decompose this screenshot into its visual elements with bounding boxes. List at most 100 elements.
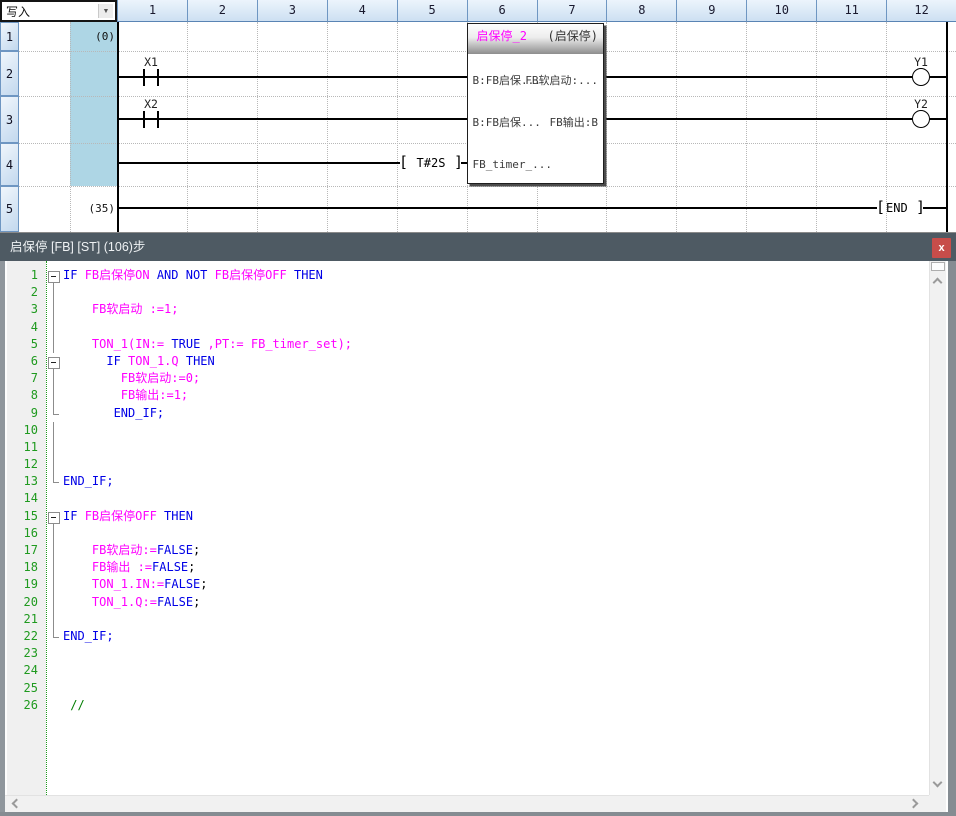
code-text[interactable]: TON_1(IN:= TRUE ,PT:= FB_timer_set); bbox=[60, 336, 352, 353]
contact-x2[interactable] bbox=[157, 111, 159, 128]
code-text[interactable] bbox=[60, 439, 63, 456]
fold-toggle-icon[interactable] bbox=[42, 267, 60, 284]
close-button[interactable]: x bbox=[932, 238, 951, 258]
code-line[interactable]: 24 bbox=[7, 662, 939, 679]
vertical-scrollbar[interactable] bbox=[929, 261, 946, 795]
code-line[interactable]: 15IF FB启保停OFF THEN bbox=[7, 508, 939, 525]
code-line[interactable]: 16 bbox=[7, 525, 939, 542]
left-bracket: [ bbox=[876, 200, 885, 215]
fold-guide bbox=[42, 456, 60, 473]
fold-guide bbox=[42, 319, 60, 336]
grid-line bbox=[397, 22, 398, 232]
code-text[interactable] bbox=[60, 525, 63, 542]
scroll-up-icon[interactable] bbox=[933, 278, 943, 288]
mode-selector-value: 写入 bbox=[6, 3, 30, 20]
wire bbox=[930, 76, 946, 78]
code-line[interactable]: 10 bbox=[7, 422, 939, 439]
splitter-handle[interactable] bbox=[931, 262, 945, 271]
grid-line bbox=[606, 22, 607, 232]
code-text[interactable]: IF FB启保停OFF THEN bbox=[60, 508, 193, 525]
code-text[interactable]: FB软启动:=0; bbox=[60, 370, 200, 387]
code-text[interactable]: END_IF; bbox=[60, 405, 164, 422]
code-text[interactable]: // bbox=[60, 697, 85, 714]
code-text[interactable] bbox=[60, 422, 63, 439]
code-text[interactable]: TON_1.Q:=FALSE; bbox=[60, 594, 200, 611]
scroll-right-icon[interactable] bbox=[909, 799, 919, 809]
coil-y1[interactable] bbox=[912, 68, 930, 86]
fold-toggle-icon[interactable] bbox=[42, 508, 60, 525]
right-power-rail bbox=[946, 22, 948, 232]
fold-guide bbox=[42, 490, 60, 507]
st-window-titlebar[interactable]: 启保停 [FB] [ST] (106)步 x bbox=[0, 232, 956, 261]
line-number: 5 bbox=[7, 336, 42, 353]
code-line[interactable]: 25 bbox=[7, 680, 939, 697]
ladder-grid[interactable]: 1 2 3 4 5 (0) (35) X1 bbox=[0, 22, 956, 232]
code-text-area[interactable]: 1IF FB启保停ON AND NOT FB启保停OFF THEN23 FB软启… bbox=[7, 267, 939, 714]
function-block[interactable]: 启保停_2 (启保停) B:FB启保... B:FB启保... FB_timer… bbox=[467, 23, 605, 184]
code-text[interactable] bbox=[60, 645, 63, 662]
st-code-editor[interactable]: 1IF FB启保停ON AND NOT FB启保停OFF THEN23 FB软启… bbox=[0, 261, 956, 816]
code-line[interactable]: 4 bbox=[7, 319, 939, 336]
code-text[interactable]: FB输出 :=FALSE; bbox=[60, 559, 195, 576]
code-line[interactable]: 18 FB输出 :=FALSE; bbox=[7, 559, 939, 576]
code-line[interactable]: 1IF FB启保停ON AND NOT FB启保停OFF THEN bbox=[7, 267, 939, 284]
code-line[interactable]: 5 TON_1(IN:= TRUE ,PT:= FB_timer_set); bbox=[7, 336, 939, 353]
end-instruction[interactable]: [ END ] bbox=[876, 198, 925, 217]
code-text[interactable]: END_IF; bbox=[60, 473, 114, 490]
code-line[interactable]: 13END_IF; bbox=[7, 473, 939, 490]
code-text[interactable]: IF FB启保停ON AND NOT FB启保停OFF THEN bbox=[60, 267, 323, 284]
contact-x1[interactable] bbox=[143, 69, 145, 86]
code-line[interactable]: 7 FB软启动:=0; bbox=[7, 370, 939, 387]
code-line[interactable]: 20 TON_1.Q:=FALSE; bbox=[7, 594, 939, 611]
window-bottom-border bbox=[0, 812, 956, 816]
horizontal-scrollbar[interactable] bbox=[5, 795, 929, 812]
code-text[interactable] bbox=[60, 456, 63, 473]
gx-works-window: 写入 ▼ 1 2 3 4 5 6 7 8 9 10 11 12 1 2 3 4 … bbox=[0, 0, 956, 816]
code-text[interactable] bbox=[60, 319, 63, 336]
code-text[interactable] bbox=[60, 284, 63, 301]
code-text[interactable] bbox=[60, 611, 63, 628]
code-line[interactable]: 2 bbox=[7, 284, 939, 301]
code-line[interactable]: 8 FB输出:=1; bbox=[7, 387, 939, 404]
code-line[interactable]: 19 TON_1.IN:=FALSE; bbox=[7, 576, 939, 593]
chevron-down-icon[interactable]: ▼ bbox=[98, 4, 113, 18]
code-line[interactable]: 23 bbox=[7, 645, 939, 662]
code-line[interactable]: 3 FB软启动 :=1; bbox=[7, 301, 939, 318]
code-line[interactable]: 21 bbox=[7, 611, 939, 628]
code-line[interactable]: 9 END_IF; bbox=[7, 405, 939, 422]
fold-toggle-icon[interactable] bbox=[42, 353, 60, 370]
contact-x1[interactable] bbox=[157, 69, 159, 86]
code-text[interactable] bbox=[60, 490, 63, 507]
wire bbox=[930, 118, 946, 120]
column-header-3: 3 bbox=[257, 0, 327, 22]
code-text[interactable]: END_IF; bbox=[60, 628, 114, 645]
line-number: 16 bbox=[7, 525, 42, 542]
column-header-11: 11 bbox=[816, 0, 886, 22]
code-line[interactable]: 11 bbox=[7, 439, 939, 456]
ladder-editor-pane[interactable]: 写入 ▼ 1 2 3 4 5 6 7 8 9 10 11 12 1 2 3 4 … bbox=[0, 0, 956, 232]
contact-x2[interactable] bbox=[143, 111, 145, 128]
line-number: 7 bbox=[7, 370, 42, 387]
code-line[interactable]: 14 bbox=[7, 490, 939, 507]
code-line[interactable]: 6 IF TON_1.Q THEN bbox=[7, 353, 939, 370]
code-line[interactable]: 12 bbox=[7, 456, 939, 473]
code-line[interactable]: 26 // bbox=[7, 697, 939, 714]
code-text[interactable]: TON_1.IN:=FALSE; bbox=[60, 576, 208, 593]
mode-selector-dropdown[interactable]: 写入 ▼ bbox=[0, 0, 117, 22]
code-text[interactable]: FB软启动 :=1; bbox=[60, 301, 178, 318]
line-number: 22 bbox=[7, 628, 42, 645]
timer-operand[interactable]: [ T#2S ] bbox=[399, 153, 463, 172]
wire bbox=[923, 207, 946, 209]
code-text[interactable]: FB软启动:=FALSE; bbox=[60, 542, 200, 559]
code-line[interactable]: 22 END_IF; bbox=[7, 628, 939, 645]
code-text[interactable] bbox=[60, 662, 63, 679]
code-line[interactable]: 17 FB软启动:=FALSE; bbox=[7, 542, 939, 559]
coil-y2[interactable] bbox=[912, 110, 930, 128]
code-text[interactable] bbox=[60, 680, 63, 697]
scroll-left-icon[interactable] bbox=[12, 799, 22, 809]
code-text[interactable]: IF TON_1.Q THEN bbox=[60, 353, 215, 370]
grid-line bbox=[746, 22, 747, 232]
scroll-down-icon[interactable] bbox=[933, 778, 943, 788]
code-text[interactable]: FB输出:=1; bbox=[60, 387, 188, 404]
end-label: END bbox=[885, 201, 916, 215]
